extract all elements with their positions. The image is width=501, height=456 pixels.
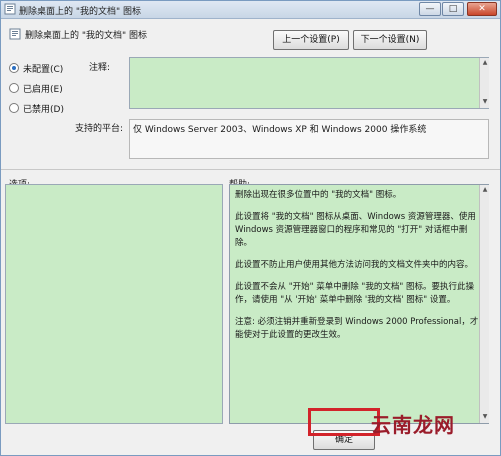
radio-enabled-label: 已启用(E) [23,85,63,95]
policy-icon [4,3,16,15]
help-paragraph: 删除出现在很多位置中的 "我的文档" 图标。 [235,190,402,200]
radio-disabled-label: 已禁用(D) [23,105,64,115]
comment-label: 注释: [89,63,111,73]
title-bar[interactable]: 删除桌面上的 "我的文档" 图标 — □ ✕ [1,1,500,19]
help-paragraph: 此设置将 "我的文档" 图标从桌面、Windows 资源管理器、使用 Windo… [235,212,476,248]
options-panel [5,184,223,424]
close-button[interactable]: ✕ [467,2,497,16]
comment-scrollbar[interactable]: ▲ ▼ [479,58,489,108]
scroll-up-icon[interactable]: ▲ [481,59,489,67]
dialog-content: 删除桌面上的 "我的文档" 图标 上一个设置(P) 下一个设置(N) 未配置(C… [1,19,500,455]
setting-title: 删除桌面上的 "我的文档" 图标 [25,31,148,41]
watermark-logo: 云南龙网 [371,413,455,437]
next-setting-button[interactable]: 下一个设置(N) [353,30,427,50]
radio-not-configured-label: 未配置(C) [23,65,64,75]
previous-setting-button[interactable]: 上一个设置(P) [273,30,349,50]
scroll-up-icon[interactable]: ▲ [481,186,489,194]
help-paragraph: 此设置不防止用户使用其他方法访问我的文档文件夹中的内容。 [235,260,474,270]
minimize-button[interactable]: — [419,2,441,16]
comment-textarea[interactable] [129,57,489,109]
help-paragraph: 注意: 必须注销并重新登录到 Windows 2000 Professional… [235,317,479,340]
platform-value: 仅 Windows Server 2003、Windows XP 和 Windo… [129,119,489,159]
ok-highlight-box [308,408,380,436]
divider [1,169,500,170]
scroll-down-icon[interactable]: ▼ [481,98,489,106]
window-title: 删除桌面上的 "我的文档" 图标 [19,7,142,17]
policy-setting-icon [9,28,21,40]
platform-label: 支持的平台: [75,124,124,134]
help-paragraph: 此设置不会从 "开始" 菜单中删除 "我的文档" 图标。要执行此操作，请使用 "… [235,282,474,305]
radio-not-configured[interactable] [9,63,19,73]
radio-disabled[interactable] [9,103,19,113]
radio-enabled[interactable] [9,83,19,93]
help-scrollbar[interactable]: ▲ ▼ [479,185,489,423]
help-text-panel[interactable]: 删除出现在很多位置中的 "我的文档" 图标。 此设置将 "我的文档" 图标从桌面… [229,184,489,424]
scroll-down-icon[interactable]: ▼ [481,413,489,421]
dialog-window: 删除桌面上的 "我的文档" 图标 — □ ✕ 删除桌面上的 "我的文档" 图标 … [0,0,501,456]
maximize-button[interactable]: □ [442,2,464,16]
